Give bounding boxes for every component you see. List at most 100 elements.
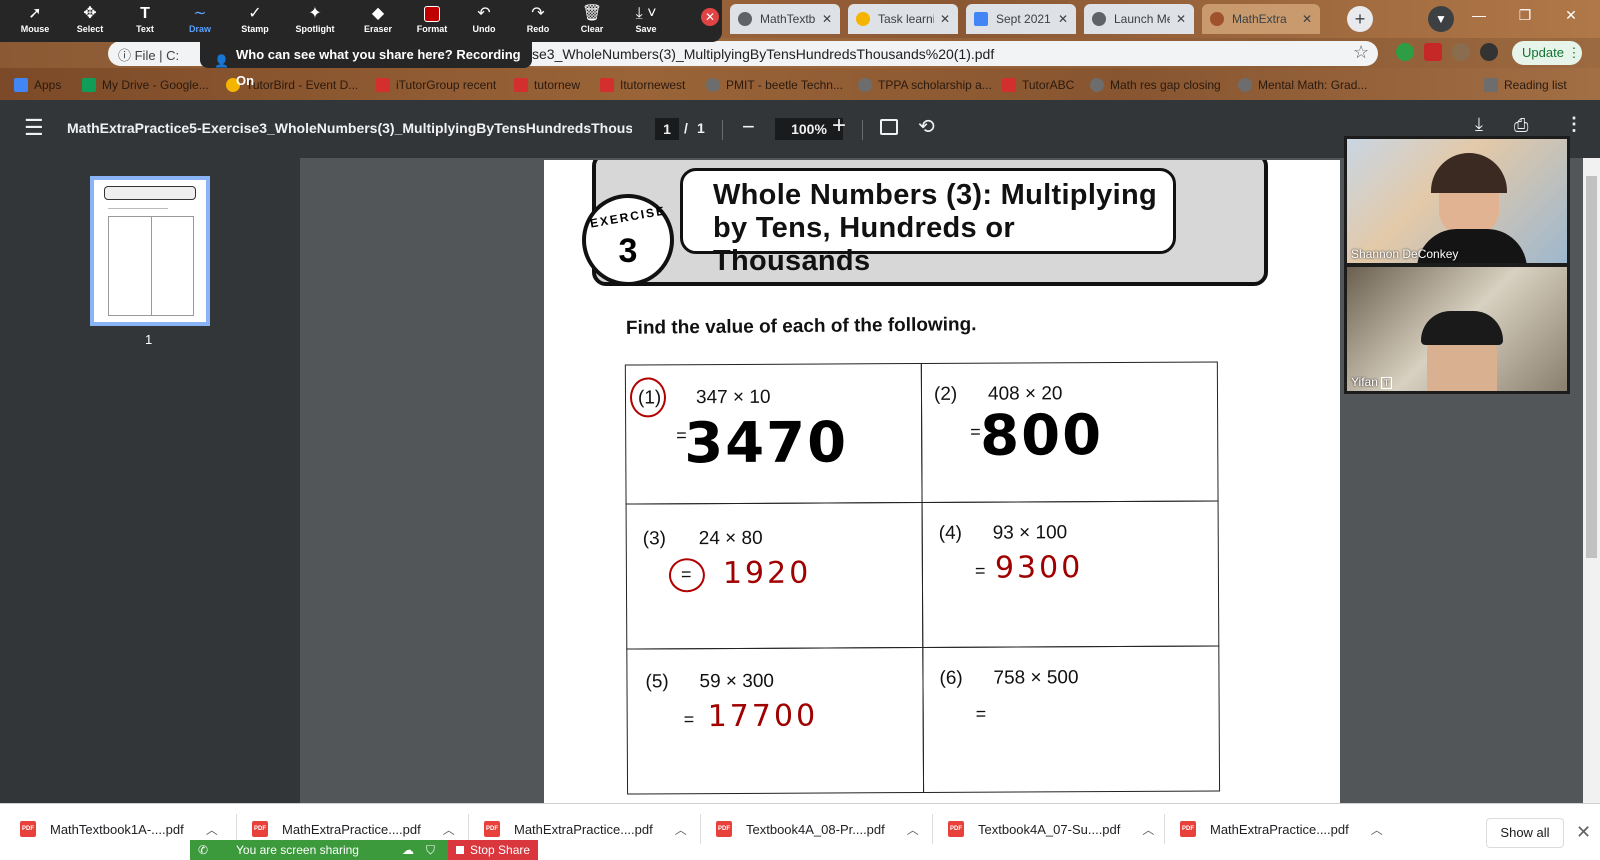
page-number-input[interactable]: 1 bbox=[655, 118, 679, 140]
text-icon: T bbox=[140, 5, 150, 22]
stop-share-button[interactable]: Stop Share bbox=[448, 840, 538, 860]
globe-icon bbox=[706, 78, 720, 92]
bookmark-item[interactable]: iTutorGroup recent bbox=[376, 76, 496, 94]
tool-label: Draw bbox=[188, 24, 211, 34]
restore-icon[interactable]: ❐ bbox=[1502, 0, 1548, 32]
download-item[interactable]: PDF MathTextbook1A-....pdf ︿ bbox=[20, 814, 218, 844]
chevron-up-icon[interactable]: ︿ bbox=[443, 821, 455, 838]
pdf-file-icon: PDF bbox=[484, 821, 500, 837]
close-toolbar-icon[interactable]: ✕ bbox=[701, 8, 719, 26]
bookmark-item[interactable]: TPPA scholarship a... bbox=[858, 76, 992, 94]
pdf-title: MathExtraPractice5-Exercise3_WholeNumber… bbox=[67, 120, 632, 136]
chevron-up-icon[interactable]: ︿ bbox=[907, 821, 919, 838]
bookmark-item[interactable]: My Drive - Google... bbox=[82, 76, 209, 94]
problem-number: (5) bbox=[645, 671, 669, 693]
pdf-file-icon: PDF bbox=[948, 821, 964, 837]
video-tile[interactable]: Yifan T bbox=[1347, 267, 1567, 391]
browser-tab-active[interactable]: MathExtra ✕ bbox=[1202, 4, 1320, 34]
tool-text[interactable]: T Text bbox=[119, 4, 171, 40]
tab-close-icon[interactable]: ✕ bbox=[822, 12, 832, 26]
bookmark-item[interactable]: tutornew bbox=[514, 76, 580, 94]
tool-undo[interactable]: ↶ Undo bbox=[458, 4, 510, 40]
tab-favicon-icon bbox=[1210, 12, 1224, 26]
print-icon[interactable]: ⎙ bbox=[1514, 115, 1528, 136]
bookmark-item[interactable]: PMIT - beetle Techn... bbox=[706, 76, 843, 94]
download-icon[interactable]: ⤓ bbox=[1475, 114, 1483, 135]
reading-list[interactable]: Reading list bbox=[1484, 76, 1567, 94]
tool-save[interactable]: ⤓ ˅ Save bbox=[620, 4, 672, 40]
tab-label: Sept 2021 bbox=[996, 12, 1051, 26]
rotate-icon[interactable]: ⟲ bbox=[918, 114, 935, 139]
profile-avatar[interactable] bbox=[1480, 43, 1498, 61]
new-tab-button[interactable]: + bbox=[1347, 6, 1373, 32]
apps-grid-icon bbox=[14, 78, 28, 92]
bookmark-item[interactable]: Apps bbox=[14, 76, 61, 94]
tab-favicon-icon bbox=[738, 12, 752, 26]
tool-select[interactable]: ✥ Select bbox=[64, 4, 116, 40]
tab-search-icon[interactable]: ▼ bbox=[1428, 6, 1454, 32]
pdf-page: Whole Numbers (3): Multiplying by Tens, … bbox=[544, 160, 1340, 803]
zoom-out-icon[interactable]: − bbox=[742, 114, 755, 140]
tab-close-icon[interactable]: ✕ bbox=[1302, 12, 1312, 26]
more-options-icon[interactable]: ⋮ bbox=[1565, 114, 1583, 135]
download-filename: MathExtraPractice....pdf bbox=[1210, 821, 1349, 837]
problem-number: (1) bbox=[637, 387, 662, 409]
browser-tab[interactable]: Launch Me ✕ bbox=[1084, 4, 1194, 34]
exercise-badge: EXERCISE 3 bbox=[582, 194, 674, 286]
tool-draw[interactable]: ∼ Draw bbox=[174, 4, 226, 40]
tool-eraser[interactable]: ◆ Eraser bbox=[352, 4, 404, 40]
participant-badge: T bbox=[1380, 377, 1393, 389]
save-download-icon: ⤓ ˅ bbox=[635, 5, 657, 22]
tool-redo[interactable]: ↷ Redo bbox=[512, 4, 564, 40]
page-thumbnail[interactable] bbox=[90, 176, 210, 326]
close-downloads-icon[interactable]: ✕ bbox=[1576, 822, 1591, 843]
tool-clear[interactable]: 🗑 Clear bbox=[566, 4, 618, 40]
chevron-up-icon[interactable]: ︿ bbox=[1142, 821, 1154, 838]
browser-tab[interactable]: Sept 2021 ✕ bbox=[966, 4, 1076, 34]
tool-label: Save bbox=[635, 24, 657, 34]
screen-sharing-indicator[interactable]: ✆ You are screen sharing ☁ ⛉ bbox=[190, 840, 448, 860]
tool-spotlight[interactable]: ✦ Spotlight bbox=[289, 4, 341, 40]
update-button[interactable]: Update ⋮ bbox=[1512, 41, 1582, 65]
bookmark-star-icon[interactable]: ☆ bbox=[1353, 42, 1369, 63]
chevron-up-icon[interactable]: ︿ bbox=[1371, 821, 1383, 838]
chevron-up-icon[interactable]: ︿ bbox=[206, 821, 218, 838]
tool-stamp[interactable]: ✓ Stamp bbox=[229, 4, 281, 40]
tab-close-icon[interactable]: ✕ bbox=[1176, 12, 1186, 26]
extension-icon[interactable] bbox=[1396, 43, 1414, 61]
video-tile[interactable]: Shannon DeConkey bbox=[1347, 139, 1567, 263]
chevron-up-icon[interactable]: ︿ bbox=[675, 821, 687, 838]
download-item[interactable]: PDF Textbook4A_07-Su....pdf ︿ bbox=[948, 814, 1154, 844]
browser-tab[interactable]: MathTextb ✕ bbox=[730, 4, 840, 34]
draw-icon: ∼ bbox=[193, 5, 207, 22]
scrollbar-thumb[interactable] bbox=[1586, 176, 1597, 558]
tool-format[interactable]: Format bbox=[406, 4, 458, 40]
arrow-cursor-icon: ➚ bbox=[28, 5, 42, 22]
check-stamp-icon: ✓ bbox=[248, 5, 262, 22]
bookmark-item[interactable]: Mental Math: Grad... bbox=[1238, 76, 1367, 94]
itutor-icon bbox=[514, 78, 528, 92]
bookmark-item[interactable]: TutorABC bbox=[1002, 76, 1074, 94]
bookmark-item[interactable]: Math res gap closing bbox=[1090, 76, 1221, 94]
window-close-icon[interactable]: ✕ bbox=[1548, 0, 1594, 32]
sharing-label: You are screen sharing bbox=[236, 843, 359, 857]
bookmark-item[interactable]: Itutornewest bbox=[600, 76, 685, 94]
browser-tab[interactable]: Task learni ✕ bbox=[848, 4, 958, 34]
tab-close-icon[interactable]: ✕ bbox=[940, 12, 950, 26]
show-all-button[interactable]: Show all bbox=[1486, 818, 1564, 848]
problem-expression: 93 × 100 bbox=[992, 522, 1068, 544]
bookmark-label: Reading list bbox=[1504, 78, 1567, 92]
share-visibility-tooltip[interactable]: 👤 Who can see what you share here? Recor… bbox=[200, 42, 532, 88]
fit-to-page-icon[interactable] bbox=[880, 119, 898, 135]
page-scrollbar[interactable] bbox=[1583, 158, 1600, 803]
download-item[interactable]: PDF MathExtraPractice....pdf ︿ bbox=[1180, 814, 1383, 844]
ublock-icon[interactable] bbox=[1424, 43, 1442, 61]
download-item[interactable]: PDF Textbook4A_08-Pr....pdf ︿ bbox=[716, 814, 919, 844]
puzzle-extensions-icon[interactable] bbox=[1452, 43, 1470, 61]
tool-mouse[interactable]: ➚ Mouse bbox=[9, 4, 61, 40]
thumb-grid-divider bbox=[151, 216, 152, 316]
hamburger-menu-icon[interactable]: ☰ bbox=[24, 116, 44, 140]
minimize-icon[interactable]: — bbox=[1456, 0, 1502, 32]
zoom-in-icon[interactable]: + bbox=[832, 112, 846, 140]
tab-close-icon[interactable]: ✕ bbox=[1058, 12, 1068, 26]
